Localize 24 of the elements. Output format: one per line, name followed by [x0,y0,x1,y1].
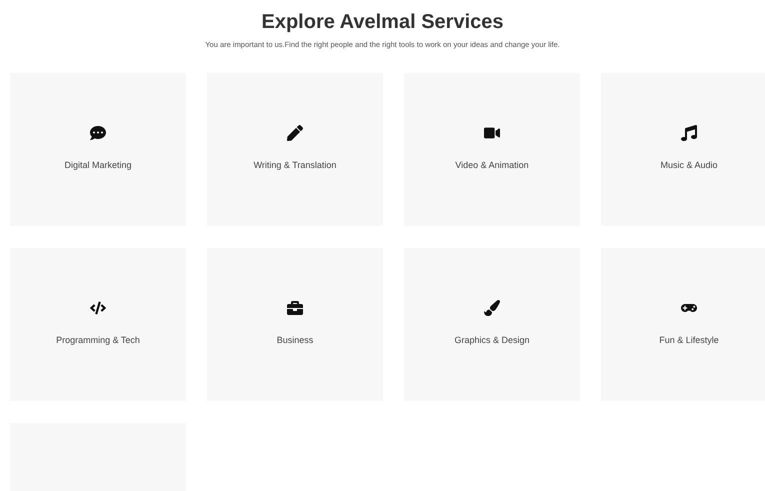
speech-bubble-icon [90,125,106,141]
service-card[interactable]: Fun & Lifestyle [601,248,765,401]
video-camera-icon [484,125,500,141]
service-label: Programming & Tech [56,334,140,347]
service-label: Writing & Translation [254,159,336,172]
service-card[interactable]: Business [207,248,383,401]
service-label: Graphics & Design [454,334,530,347]
service-label: Digital Marketing [64,159,132,172]
service-card[interactable]: Graphics & Design [404,248,580,401]
page-title: Explore Avelmal Services [262,10,504,35]
code-icon [90,300,106,316]
service-label: Video & Animation [455,159,529,172]
service-card[interactable]: Writing & Translation [207,73,383,226]
paintbrush-icon [484,300,500,316]
service-card[interactable]: Video & Animation [404,73,580,226]
service-card[interactable]: Digital Marketing [10,73,186,226]
service-card[interactable]: Music & Audio [601,73,765,226]
service-label: Music & Audio [660,159,718,172]
pen-icon [287,125,303,141]
service-label: Fun & Lifestyle [659,334,719,347]
briefcase-icon [287,300,303,316]
service-label: Business [276,334,314,347]
music-note-icon [681,125,697,141]
service-card[interactable]: Programming & Tech [10,248,186,401]
